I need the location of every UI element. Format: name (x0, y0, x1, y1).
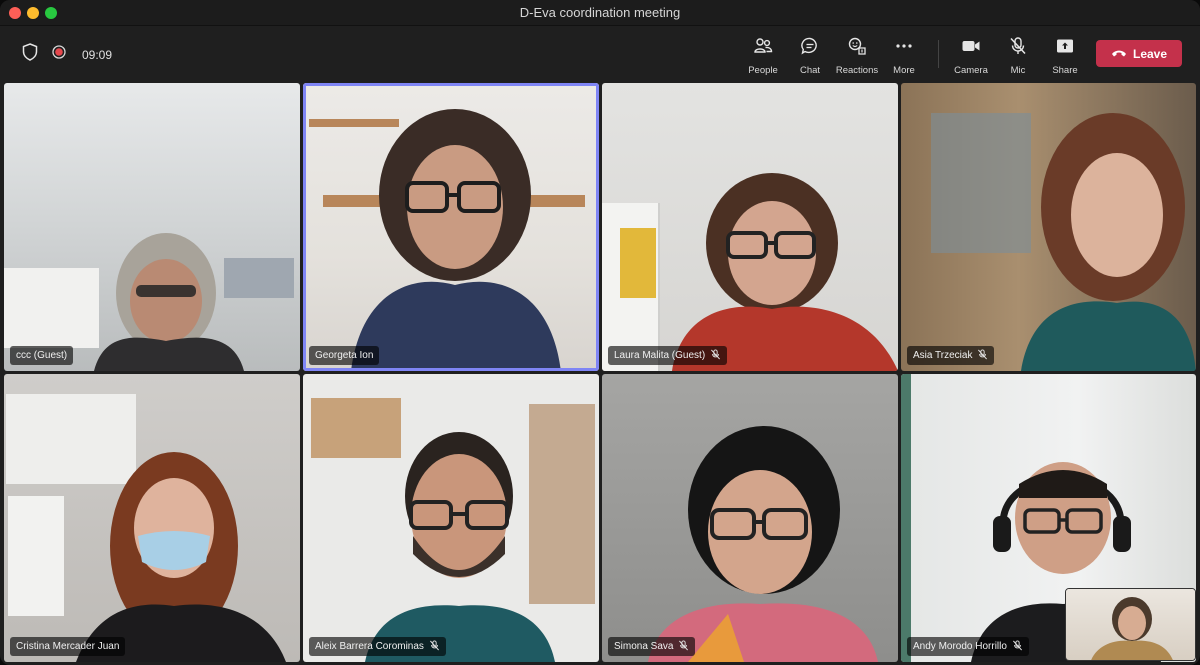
participant-nameplate: ccc (Guest) (10, 346, 74, 365)
people-button[interactable]: People (737, 36, 789, 76)
participant-video-image (672, 173, 898, 371)
video-grid: ccc (Guest) Georgeta Ion Laura Malita (G… (0, 80, 1200, 665)
mic-button[interactable]: Mic (992, 36, 1044, 76)
chat-label: Chat (799, 65, 821, 76)
meeting-toolbar: 09:09 People Chat Reactions More Camera … (0, 26, 1200, 80)
participant-tile[interactable]: ccc (Guest) (4, 83, 300, 371)
teams-meeting-window: D-Eva coordination meeting 09:09 People … (0, 0, 1200, 665)
camera-button[interactable]: Camera (945, 36, 997, 76)
mic-muted-icon (678, 639, 689, 654)
participant-name: Andy Morodo Horrillo (913, 641, 1007, 652)
participant-video-image (648, 426, 878, 662)
mic-muted-icon (977, 348, 988, 363)
participant-name: Laura Malita (Guest) (614, 350, 706, 361)
yellow-box-image (620, 228, 656, 298)
participant-tile[interactable]: Laura Malita (Guest) (602, 83, 898, 371)
participant-tile[interactable]: Asia Trzeciak (901, 83, 1196, 371)
reactions-label: Reactions (835, 65, 879, 76)
participant-nameplate: Georgeta Ion (309, 346, 380, 365)
self-view-preview[interactable] (1065, 588, 1196, 661)
participant-video-image (94, 233, 244, 371)
meeting-timer: 09:09 (82, 47, 113, 62)
mic-muted-icon (429, 639, 440, 654)
participant-video-image (1021, 113, 1196, 371)
more-options-icon (894, 36, 914, 61)
participant-nameplate: Laura Malita (Guest) (608, 346, 728, 365)
recording-indicator-icon (52, 45, 66, 64)
participant-name: Simona Sava (614, 641, 674, 652)
participant-tile[interactable]: Cristina Mercader Juan (4, 374, 300, 662)
participant-name: Aleix Barrera Corominas (315, 641, 424, 652)
leave-button[interactable]: Leave (1096, 40, 1182, 67)
share-screen-icon (1055, 36, 1075, 61)
share-label: Share (1052, 65, 1078, 76)
chat-button[interactable]: Chat (784, 36, 836, 76)
mic-label: Mic (1010, 65, 1026, 76)
participant-nameplate: Andy Morodo Horrillo (907, 637, 1029, 656)
more-button[interactable]: More (878, 36, 930, 76)
participant-tile[interactable]: Aleix Barrera Corominas (303, 374, 599, 662)
participant-video-image (365, 432, 555, 662)
paper-image (8, 496, 64, 616)
participant-name: Georgeta Ion (315, 350, 374, 361)
participant-nameplate: Simona Sava (608, 637, 696, 656)
people-label: People (748, 65, 778, 76)
camera-icon (961, 36, 981, 61)
mic-muted-icon (710, 348, 721, 363)
reactions-icon (847, 36, 867, 61)
participant-name: ccc (Guest) (16, 350, 68, 361)
people-icon (753, 36, 773, 61)
participant-video-image (76, 452, 286, 662)
shield-icon[interactable] (22, 43, 38, 66)
mic-muted-icon (1008, 36, 1028, 61)
toolbar-divider (938, 40, 939, 68)
leave-label: Leave (1132, 46, 1168, 61)
participant-tile-active-speaker[interactable]: Georgeta Ion (303, 83, 599, 371)
mic-muted-icon (1012, 639, 1023, 654)
participant-nameplate: Aleix Barrera Corominas (309, 637, 446, 656)
participant-name: Cristina Mercader Juan (16, 641, 120, 652)
door-frame-image (901, 374, 911, 662)
camera-label: Camera (954, 65, 988, 76)
reactions-button[interactable]: Reactions (831, 36, 883, 76)
window-title: D-Eva coordination meeting (519, 5, 681, 20)
participant-nameplate: Asia Trzeciak (907, 346, 995, 365)
share-button[interactable]: Share (1039, 36, 1091, 76)
title-bar: D-Eva coordination meeting (0, 0, 1200, 26)
shelf-image (4, 268, 99, 348)
self-video-image (1091, 597, 1173, 660)
participant-video-image (351, 109, 561, 371)
more-label: More (893, 65, 915, 76)
chat-icon (800, 36, 820, 61)
participant-nameplate: Cristina Mercader Juan (10, 637, 126, 656)
blurred-background-image (931, 113, 1031, 253)
participant-tile[interactable]: Simona Sava (602, 374, 898, 662)
hang-up-icon (1111, 47, 1127, 61)
participant-name: Asia Trzeciak (913, 350, 973, 361)
